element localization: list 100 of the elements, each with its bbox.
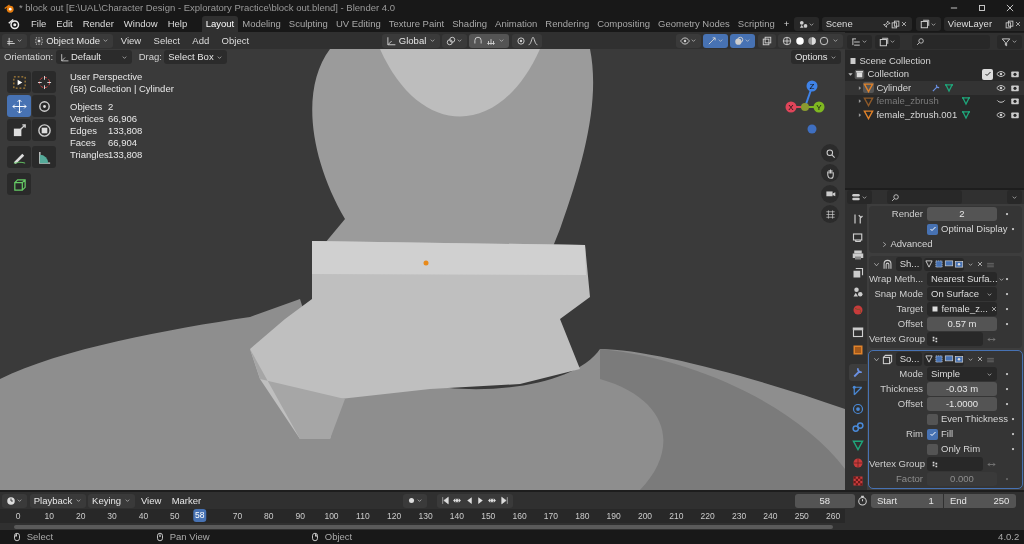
add-workspace-button[interactable]: + — [778, 16, 795, 32]
field-label: Rim — [905, 427, 924, 442]
options-dropdown[interactable]: Options — [790, 50, 841, 65]
menu-item[interactable]: View — [136, 493, 166, 508]
outliner-item[interactable]: female_zbrush — [876, 94, 962, 109]
workspace-tab[interactable]: Modeling — [238, 16, 285, 32]
frame-number: 170 — [543, 510, 559, 523]
checkbox-label[interactable]: Only Rim — [941, 442, 981, 457]
menu-item[interactable]: View — [115, 32, 147, 49]
stat-value: 133,808 — [108, 125, 144, 137]
status-hint: Object — [324, 529, 353, 544]
field-label: Target — [895, 302, 924, 317]
workspace-tab[interactable]: Sculpting — [284, 16, 332, 32]
menu-item[interactable]: Playback — [29, 493, 86, 508]
workspace-tab[interactable]: Compositing — [593, 16, 654, 32]
stat-label: Objects — [70, 101, 104, 113]
start-frame-field[interactable]: Start 1 — [870, 493, 943, 508]
menu-item[interactable]: Select — [148, 32, 185, 49]
field-label: Offset — [896, 317, 924, 332]
number-field[interactable]: -0.03 m — [927, 382, 997, 397]
stat-label: Faces — [70, 137, 97, 149]
workspace-tab[interactable]: Layout — [201, 16, 239, 32]
menu-item[interactable]: Add — [187, 32, 215, 49]
frame-number: 150 — [481, 510, 496, 523]
field-label: Thickness — [879, 382, 924, 397]
frame-number: 90 — [295, 510, 305, 523]
menu-item[interactable]: Render — [77, 16, 119, 32]
frame-number: 130 — [418, 510, 433, 523]
menu-item[interactable]: File — [26, 16, 52, 32]
stat-value: 66,904 — [108, 137, 139, 149]
stat-label: Vertices — [70, 113, 105, 125]
stat-value: 2 — [108, 101, 115, 113]
outliner-item[interactable]: female_zbrush.001 — [876, 107, 962, 122]
end-frame-field[interactable]: End 250 — [943, 493, 1016, 508]
checkbox-label[interactable]: Fill — [941, 427, 954, 442]
dropdown[interactable]: On Surface — [927, 287, 997, 302]
workspace-tab[interactable]: UV Editing — [331, 16, 385, 32]
workspace-tab[interactable]: Animation — [491, 16, 542, 32]
navigation-gizmo[interactable]: X Y Z — [785, 80, 825, 134]
context-label: (58) Collection | Cylinder — [70, 83, 174, 95]
scene-field[interactable]: Scene — [821, 17, 912, 31]
stat-value: 133,808 — [108, 149, 144, 161]
menu-item[interactable]: Keying — [88, 493, 135, 508]
view-name: User Perspective — [70, 71, 144, 83]
frame-number: 230 — [731, 510, 747, 523]
number-field[interactable]: 2 — [927, 207, 997, 222]
version-label: 4.0.2 — [998, 529, 1020, 544]
dropdown[interactable]: Simple — [927, 367, 997, 382]
frame-number: 50 — [170, 510, 180, 523]
outliner-item[interactable]: Scene Collection — [859, 53, 931, 68]
number-field[interactable]: 0.57 m — [927, 317, 997, 332]
workspace-tab[interactable]: Texture Paint — [384, 16, 449, 32]
axis-label: Y — [816, 103, 822, 112]
outliner-item[interactable]: Collection — [867, 67, 982, 82]
field-label: Mode — [898, 367, 924, 382]
field-label: Render — [890, 207, 924, 222]
field-label: Wrap Meth... — [869, 272, 925, 287]
checkbox-label[interactable]: Optimal Display — [941, 222, 1008, 237]
frame-number: 200 — [637, 510, 653, 523]
frame-number: 100 — [324, 510, 339, 523]
menu-item[interactable]: Object — [216, 32, 255, 49]
menu-item[interactable]: Edit — [51, 16, 78, 32]
stat-label: Triangles — [70, 149, 108, 161]
modifier-name-field[interactable]: So... — [895, 352, 922, 367]
playhead-frame[interactable]: 58 — [193, 509, 207, 522]
workspace-tab[interactable]: Shading — [448, 16, 492, 32]
frame-number: 70 — [232, 510, 243, 523]
view-layer-field[interactable]: ViewLayer — [943, 17, 1024, 31]
frame-number: 240 — [763, 510, 778, 523]
drag-label: Drag: — [138, 50, 162, 64]
frame-number: 30 — [107, 510, 117, 523]
modifier-name-field[interactable]: Sh... — [895, 257, 922, 272]
checkbox-label[interactable]: Even Thickness — [941, 412, 1008, 427]
frame-number: 210 — [669, 510, 684, 523]
frame-number: 190 — [606, 510, 621, 523]
frame-number: 80 — [264, 510, 274, 523]
workspace-tab[interactable]: Geometry Nodes — [654, 16, 734, 32]
frame-number: 120 — [387, 510, 402, 523]
field-label: Vertex Group — [869, 332, 926, 347]
status-hint: Pan View — [169, 529, 210, 544]
frame-number: 20 — [75, 510, 86, 523]
transform-orientation-dropdown[interactable]: Global — [382, 33, 440, 48]
menu-item[interactable]: Marker — [167, 493, 206, 508]
frame-number: 140 — [449, 510, 464, 523]
window-title: * block out [E:\UAL\Character Design - Exploratory Practice\block out.blend] - Blender 4.0 — [19, 0, 396, 15]
frame-number: 260 — [826, 510, 841, 523]
current-frame-field[interactable]: 58 — [794, 493, 855, 508]
menu-item[interactable]: Window — [118, 16, 163, 32]
menu-item[interactable]: Help — [162, 16, 193, 32]
drag-dropdown[interactable]: Select Box — [164, 50, 228, 65]
section-header[interactable]: Advanced — [890, 237, 933, 252]
number-field[interactable]: -1.0000 — [927, 397, 997, 412]
axis-label: Z — [809, 82, 815, 91]
workspace-tab[interactable]: Scripting — [733, 16, 779, 32]
object-field[interactable]: female_z... — [927, 302, 997, 317]
stat-label: Edges — [70, 125, 98, 137]
orientation-dropdown[interactable]: Default — [55, 50, 132, 65]
object-mode-dropdown[interactable]: Object Mode — [29, 33, 114, 48]
workspace-tab[interactable]: Rendering — [541, 16, 594, 32]
frame-number: 250 — [794, 510, 809, 523]
